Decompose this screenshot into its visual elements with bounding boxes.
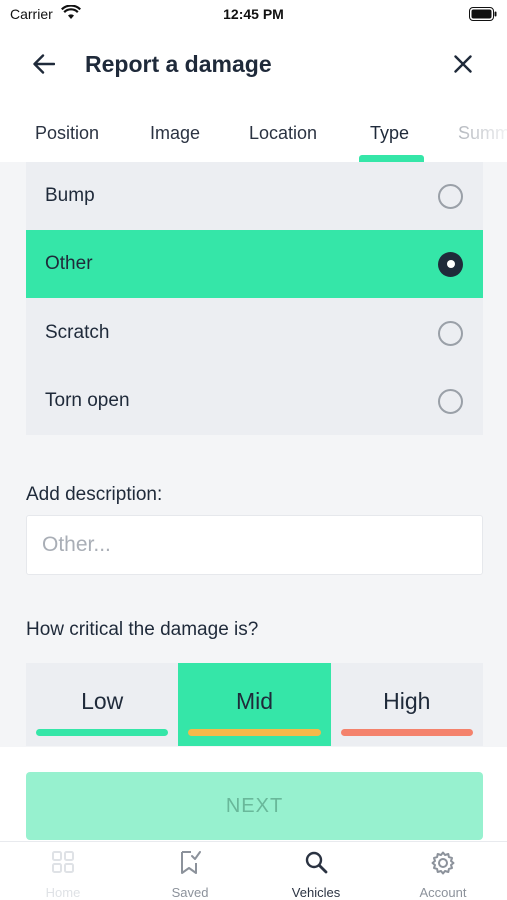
tab-location[interactable]: Location xyxy=(249,104,317,162)
close-button[interactable] xyxy=(445,48,481,84)
damage-type-label: Torn open xyxy=(45,390,130,411)
nav-label: Saved xyxy=(171,885,209,900)
arrow-left-icon xyxy=(33,53,56,79)
search-icon xyxy=(304,850,328,879)
nav-label: Vehicles xyxy=(291,885,341,900)
description-label: Add description: xyxy=(26,484,163,505)
damage-type-option-bump[interactable]: Bump xyxy=(26,162,483,230)
bottom-nav: Home Saved Vehicles Account xyxy=(0,841,507,900)
criticality-color-bar xyxy=(340,729,473,736)
radio-button[interactable] xyxy=(438,251,463,277)
tab-image[interactable]: Image xyxy=(150,104,200,162)
damage-type-label: Scratch xyxy=(45,322,110,343)
next-button[interactable]: NEXT xyxy=(26,772,483,840)
close-icon xyxy=(454,54,472,78)
radio-button[interactable] xyxy=(438,388,463,414)
nav-item-vehicles[interactable]: Vehicles xyxy=(253,842,379,900)
criticality-color-bar xyxy=(36,729,169,736)
damage-type-list: Bump Other Scratch Torn open xyxy=(26,162,483,435)
nav-item-home[interactable]: Home xyxy=(0,842,126,900)
tab-position[interactable]: Position xyxy=(35,104,99,162)
criticality-selector: Low Mid High xyxy=(26,663,483,746)
damage-type-option-other[interactable]: Other xyxy=(26,230,483,298)
criticality-color-bar xyxy=(188,729,321,736)
radio-button[interactable] xyxy=(438,183,463,209)
nav-label: Home xyxy=(45,885,81,900)
tab-summary[interactable]: Summ xyxy=(458,104,507,162)
criticality-option-low[interactable]: Low xyxy=(26,663,178,746)
battery-icon xyxy=(469,7,497,26)
back-button[interactable] xyxy=(26,48,62,84)
radio-button[interactable] xyxy=(438,320,463,346)
status-bar: Carrier 12:45 PM xyxy=(0,0,507,28)
damage-type-label: Other xyxy=(45,253,93,274)
criticality-option-label: Low xyxy=(81,688,124,714)
criticality-label: How critical the damage is? xyxy=(26,619,259,640)
damage-type-label: Bump xyxy=(45,185,95,206)
nav-item-saved[interactable]: Saved xyxy=(127,842,253,900)
criticality-option-mid[interactable]: Mid xyxy=(178,663,331,746)
grid-icon xyxy=(51,850,75,879)
clock: 12:45 PM xyxy=(223,6,284,22)
tab-type[interactable]: Type xyxy=(370,104,409,162)
damage-type-option-torn-open[interactable]: Torn open xyxy=(26,367,483,435)
bookmark-check-icon xyxy=(178,850,202,881)
description-input[interactable] xyxy=(26,515,483,575)
nav-label: Account xyxy=(419,885,467,900)
nav-item-account[interactable]: Account xyxy=(380,842,506,900)
step-tabs: Position Image Location Type Summ xyxy=(0,104,507,162)
header: Report a damage xyxy=(0,28,507,104)
page-title: Report a damage xyxy=(85,51,272,77)
criticality-option-high[interactable]: High xyxy=(331,663,483,746)
gear-icon xyxy=(430,850,456,881)
active-tab-indicator xyxy=(359,155,424,162)
damage-type-option-scratch[interactable]: Scratch xyxy=(26,299,483,367)
criticality-option-label: High xyxy=(383,688,431,714)
criticality-option-label: Mid xyxy=(235,688,274,714)
